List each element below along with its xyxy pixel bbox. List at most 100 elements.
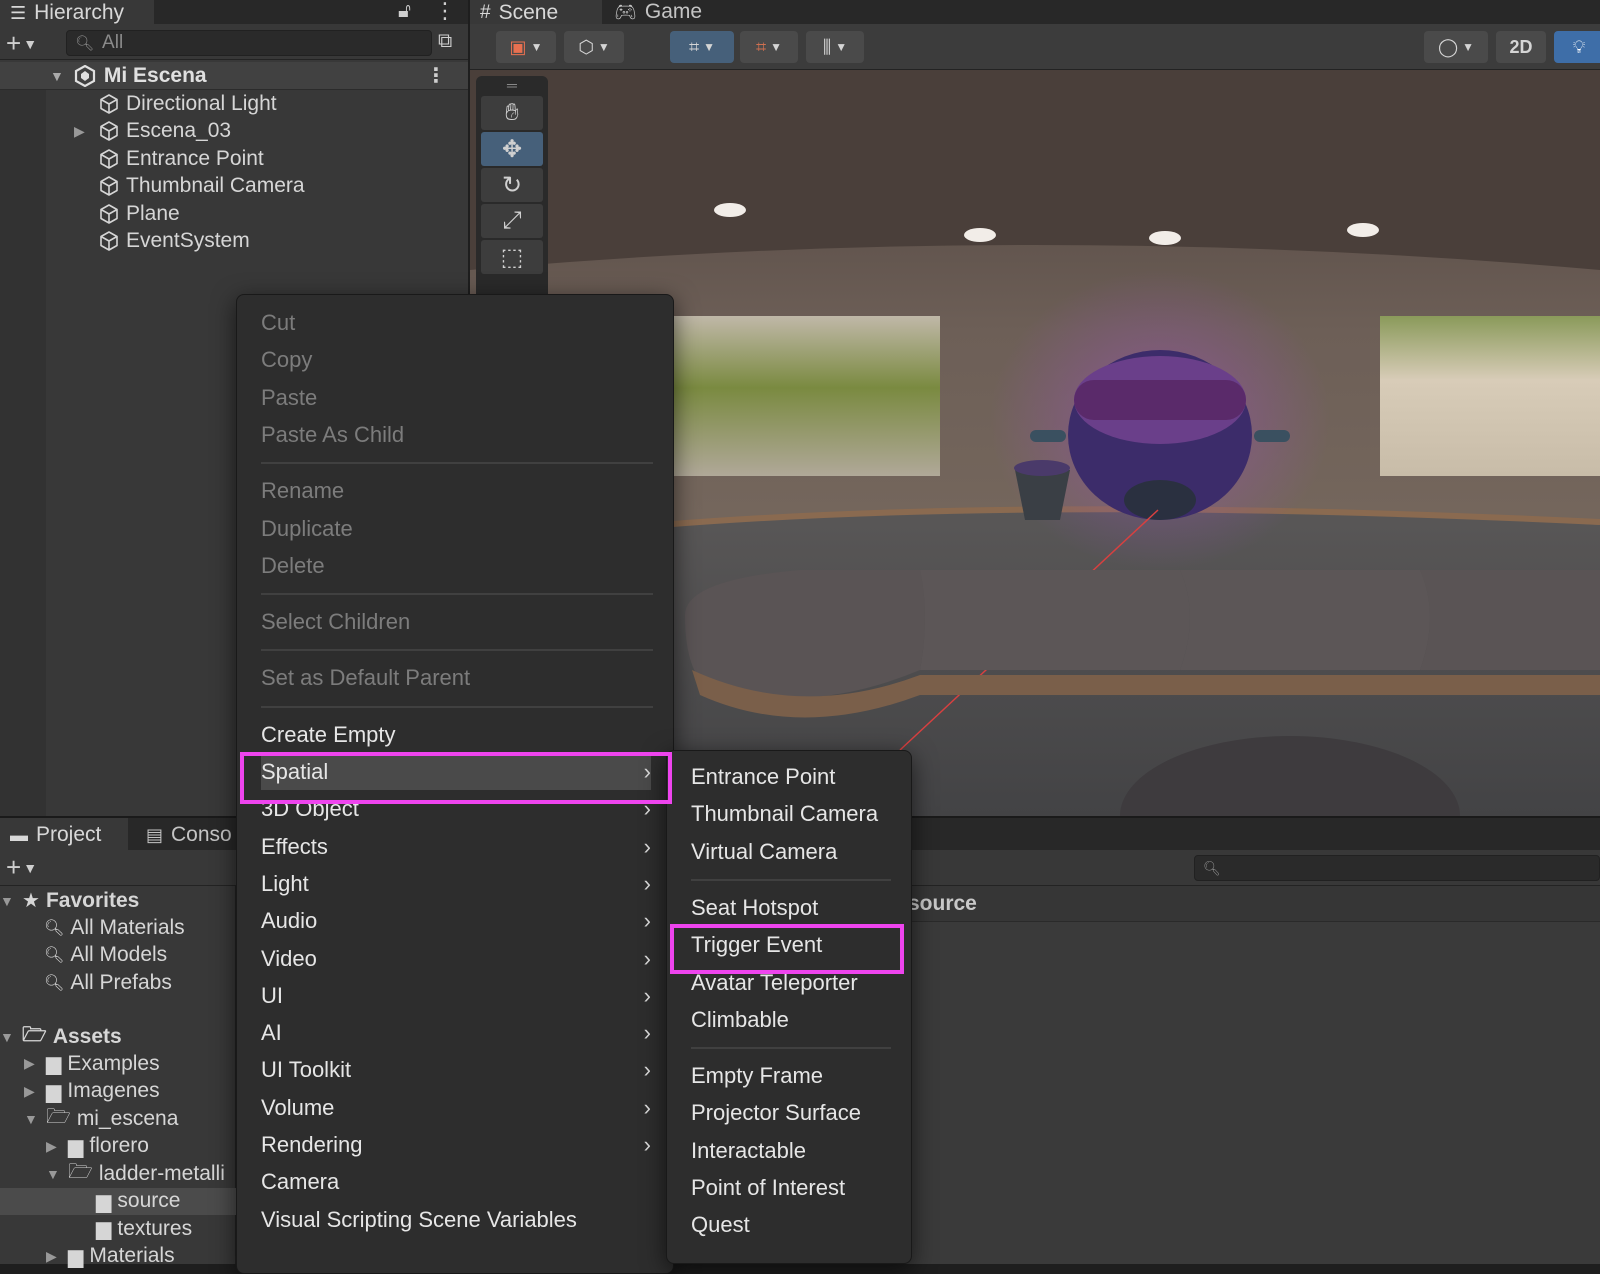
- toggle-2d-button[interactable]: 2D: [1496, 31, 1546, 63]
- chevron-right-icon[interactable]: ▶: [24, 1083, 40, 1100]
- search-icon: 🔍︎: [44, 919, 65, 937]
- render-mode-button[interactable]: ⬡ ▼: [564, 31, 624, 63]
- tab-game[interactable]: 🎮︎ Game: [602, 0, 714, 24]
- menu-item-volume[interactable]: Volume ›: [261, 1090, 651, 1126]
- favorite-all-prefabs[interactable]: 🔍︎ All Prefabs: [44, 969, 172, 996]
- folder-icon: ▆: [96, 1190, 112, 1213]
- submenu-item-climbable[interactable]: Climbable: [691, 1002, 901, 1038]
- asset-folder-mi-escena-label: mi_escena: [76, 1106, 179, 1130]
- search-icon: 🔍︎: [75, 35, 95, 52]
- hierarchy-search-input[interactable]: 🔍︎ All: [66, 30, 432, 56]
- spatial-highlight-box: [240, 752, 672, 804]
- kebab-menu-icon[interactable]: ⋮: [434, 0, 456, 24]
- menu-item-light[interactable]: Light ›: [261, 866, 651, 902]
- submenu-item-thumbnail-camera[interactable]: Thumbnail Camera: [691, 796, 901, 832]
- asset-folder-mi-escena[interactable]: ▼ 🗁︎ mi_escena: [24, 1105, 178, 1132]
- tab-console[interactable]: ▤ Conso: [134, 823, 244, 847]
- create-asset-button[interactable]: + ▼: [6, 852, 37, 883]
- tab-hierarchy[interactable]: ☰ Hierarchy: [0, 0, 154, 25]
- menu-item-copy: Copy: [261, 342, 651, 378]
- favorite-all-models[interactable]: 🔍︎ All Models: [44, 942, 167, 969]
- menu-item-effects[interactable]: Effects ›: [261, 829, 651, 865]
- lightbulb-icon: 💡︎: [1572, 36, 1586, 57]
- hierarchy-item-entrance-point[interactable]: Entrance Point: [0, 145, 468, 173]
- asset-folder-ladder-metalli-label: ladder-metalli: [98, 1161, 225, 1185]
- submenu-item-empty-frame[interactable]: Empty Frame: [691, 1058, 901, 1094]
- hierarchy-item-directional-light[interactable]: Directional Light: [0, 90, 468, 118]
- hierarchy-item-plane[interactable]: Plane: [0, 200, 468, 228]
- menu-separator: [261, 649, 653, 652]
- breadcrumb-source[interactable]: source: [908, 892, 977, 916]
- project-search-input[interactable]: 🔍︎: [1194, 855, 1600, 881]
- menu-item-ui-toolkit[interactable]: UI Toolkit ›: [261, 1052, 651, 1088]
- submenu-item-entrance-point[interactable]: Entrance Point: [691, 759, 901, 795]
- unity-scene-icon: [74, 64, 95, 87]
- expand-arrow-icon[interactable]: ▶: [74, 123, 92, 140]
- asset-folder-materials[interactable]: ▶ ▆ Materials: [46, 1243, 175, 1270]
- submenu-item-point-of-interest[interactable]: Point of Interest: [691, 1170, 901, 1206]
- lock-icon[interactable]: 🔓︎: [398, 0, 411, 23]
- chevron-right-icon: ›: [643, 870, 651, 896]
- submenu-item-quest[interactable]: Quest: [691, 1207, 901, 1243]
- asset-folder-imagenes[interactable]: ▶ ▆ Imagenes: [24, 1078, 160, 1105]
- tab-scene[interactable]: # Scene: [470, 0, 602, 25]
- chevron-down-icon[interactable]: ▼: [46, 1166, 62, 1182]
- tab-project[interactable]: ▬ Project: [0, 818, 128, 852]
- expand-arrow-icon[interactable]: ▼: [50, 68, 64, 84]
- add-object-button[interactable]: + ▼: [6, 28, 37, 59]
- chevron-down-icon[interactable]: ▼: [0, 893, 16, 909]
- spatial-submenu: Entrance Point Thumbnail Camera Virtual Ca…: [666, 750, 912, 1264]
- scale-tool-button[interactable]: ⤢: [481, 204, 543, 238]
- chevron-down-icon[interactable]: ▼: [0, 1029, 16, 1045]
- folder-icon: ▆: [68, 1135, 84, 1158]
- chevron-right-icon[interactable]: ▶: [46, 1248, 62, 1265]
- menu-item-visual-scripting-scene-variables[interactable]: Visual Scripting Scene Variables: [261, 1202, 651, 1238]
- asset-folder-ladder-metalli[interactable]: ▼ 🗁︎ ladder-metalli: [46, 1160, 225, 1187]
- hand-tool-button[interactable]: ✋︎: [481, 96, 543, 130]
- increment-snap-button[interactable]: ⫼ ▼: [806, 31, 864, 63]
- scene-root-row[interactable]: ▼ Mi Escena ⋮: [0, 62, 468, 90]
- submenu-item-projector-surface[interactable]: Projector Surface: [691, 1095, 901, 1131]
- submenu-item-virtual-camera[interactable]: Virtual Camera: [691, 834, 901, 870]
- assets-header[interactable]: ▼ 🗁︎ Assets: [0, 1023, 122, 1050]
- asset-folder-examples[interactable]: ▶ ▆ Examples: [24, 1050, 160, 1077]
- hierarchy-item-label: Directional Light: [126, 91, 277, 115]
- submenu-item-seat-hotspot[interactable]: Seat Hotspot: [691, 890, 901, 926]
- folder-open-icon: 🗁︎: [68, 1160, 93, 1183]
- snap-button[interactable]: ⌗ ▼: [740, 31, 798, 63]
- submenu-item-interactable[interactable]: Interactable: [691, 1133, 901, 1169]
- favorites-header[interactable]: ▼ ★ Favorites: [0, 887, 139, 914]
- menu-item-video[interactable]: Video ›: [261, 941, 651, 977]
- menu-item-rename: Rename: [261, 473, 651, 509]
- chevron-right-icon[interactable]: ▶: [24, 1055, 40, 1072]
- menu-item-ai[interactable]: AI ›: [261, 1015, 651, 1051]
- asset-folder-source[interactable]: ▆ source: [0, 1187, 236, 1215]
- asset-folder-imagenes-label: Imagenes: [67, 1079, 160, 1102]
- hierarchy-item-thumbnail-camera[interactable]: Thumbnail Camera: [0, 173, 468, 201]
- grid-toggle-button[interactable]: ⌗ ▼: [670, 31, 734, 63]
- hierarchy-item-escena-03[interactable]: ▶ Escena_03: [0, 118, 468, 146]
- lighting-toggle-button[interactable]: 💡︎: [1554, 31, 1600, 63]
- move-tool-button[interactable]: ✥: [481, 132, 543, 166]
- scene-visibility-icon[interactable]: ⧉: [438, 30, 452, 53]
- kebab-menu-icon[interactable]: ⋮: [426, 63, 446, 88]
- chevron-right-icon[interactable]: ▶: [46, 1138, 62, 1155]
- menu-item-ui[interactable]: UI ›: [261, 978, 651, 1014]
- favorite-all-materials[interactable]: 🔍︎ All Materials: [44, 914, 185, 941]
- hierarchy-item-eventsystem[interactable]: EventSystem: [0, 228, 468, 256]
- rotate-tool-button[interactable]: ↻: [481, 168, 543, 202]
- asset-folder-textures[interactable]: ▆ textures: [74, 1215, 192, 1242]
- drag-handle-icon[interactable]: ═: [476, 76, 548, 94]
- menu-item-camera[interactable]: Camera: [261, 1164, 651, 1200]
- hierarchy-toolbar: + ▼ 🔍︎ All ⧉: [0, 26, 468, 60]
- menu-item-rendering[interactable]: Rendering ›: [261, 1127, 651, 1163]
- shading-button[interactable]: ◯ ▼: [1424, 31, 1488, 63]
- menu-item-create-empty[interactable]: Create Empty: [261, 717, 651, 753]
- menu-item-audio[interactable]: Audio ›: [261, 903, 651, 939]
- asset-folder-florero[interactable]: ▶ ▆ florero: [46, 1133, 149, 1160]
- search-icon: 🔍︎: [44, 947, 65, 964]
- draw-mode-button[interactable]: ▣ ▼: [496, 31, 556, 63]
- rect-tool-button[interactable]: ⬚: [481, 240, 543, 274]
- scale-icon: ⤢: [502, 207, 522, 234]
- chevron-down-icon[interactable]: ▼: [24, 1111, 40, 1127]
